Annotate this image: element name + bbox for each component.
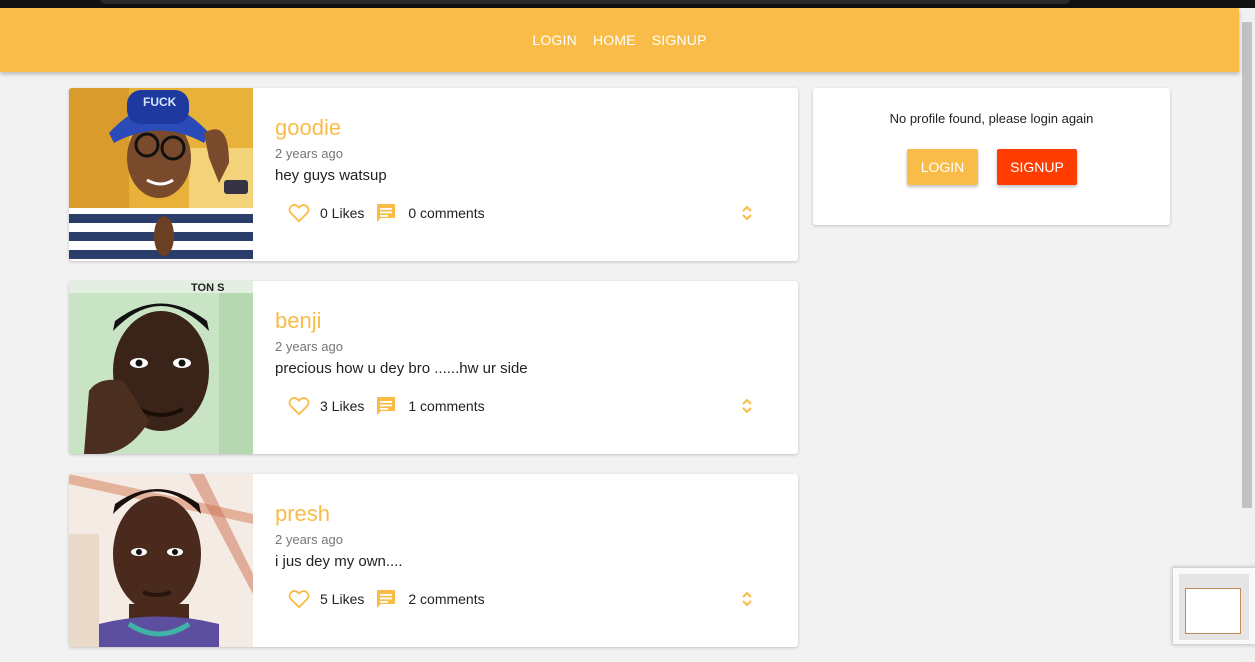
like-count: 5 Likes	[320, 591, 365, 607]
comment-icon[interactable]	[376, 203, 396, 223]
post-author[interactable]: goodie	[275, 114, 798, 142]
comment-count: 2 comments	[408, 591, 485, 607]
like-count: 0 Likes	[320, 205, 365, 221]
navbar: LOGIN HOME SIGNUP	[0, 8, 1239, 72]
profile-message: No profile found, please login again	[889, 111, 1094, 126]
like-count: 3 Likes	[320, 398, 365, 414]
comment-count: 1 comments	[408, 398, 485, 414]
post-actions: 0 Likes 0 comments	[288, 203, 497, 223]
post-timestamp: 2 years ago	[275, 146, 343, 161]
post-actions: 5 Likes 2 comments	[288, 589, 497, 609]
post-timestamp: 2 years ago	[275, 532, 343, 547]
svg-text:FUCK: FUCK	[143, 95, 177, 109]
post-body: benji 2 years ago precious how u dey bro…	[275, 307, 798, 377]
post-text: precious how u dey bro ......hw ur side	[275, 360, 528, 377]
comment-icon[interactable]	[376, 396, 396, 416]
expand-icon[interactable]	[740, 396, 754, 416]
nav-home-link[interactable]: HOME	[585, 32, 644, 48]
post-body: goodie 2 years ago hey guys watsup	[275, 114, 798, 184]
comment-icon[interactable]	[376, 589, 396, 609]
scrollbar-thumb[interactable]	[1242, 22, 1252, 508]
post-card: presh 2 years ago i jus dey my own.... 5…	[69, 474, 798, 647]
browser-address-bar	[100, 0, 1070, 4]
heart-icon[interactable]	[288, 396, 310, 416]
post-card: TON S benji 2 years ago precious how u d…	[69, 281, 798, 454]
scrollbar[interactable]	[1239, 8, 1255, 662]
signup-button[interactable]: SIGNUP	[997, 149, 1077, 185]
expand-icon[interactable]	[740, 589, 754, 609]
post-body: presh 2 years ago i jus dey my own....	[275, 500, 798, 570]
nav-signup-link[interactable]: SIGNUP	[644, 32, 715, 48]
expand-icon[interactable]	[740, 203, 754, 223]
post-text: hey guys watsup	[275, 167, 387, 184]
avatar: TON S	[69, 281, 253, 454]
heart-icon[interactable]	[288, 589, 310, 609]
post-actions: 3 Likes 1 comments	[288, 396, 497, 416]
nav-login-link[interactable]: LOGIN	[524, 32, 585, 48]
heart-icon[interactable]	[288, 203, 310, 223]
profile-card: No profile found, please login again LOG…	[813, 88, 1170, 225]
post-author[interactable]: presh	[275, 500, 798, 528]
post-text: i jus dey my own....	[275, 553, 403, 570]
recaptcha-badge[interactable]	[1172, 567, 1255, 645]
comment-count: 0 comments	[408, 205, 485, 221]
avatar: FUCK	[69, 88, 253, 261]
browser-top-strip	[0, 0, 1255, 8]
avatar	[69, 474, 253, 647]
svg-text:TON S: TON S	[191, 282, 224, 294]
login-button[interactable]: LOGIN	[907, 149, 978, 185]
recaptcha-checkbox[interactable]	[1185, 588, 1241, 634]
post-author[interactable]: benji	[275, 307, 798, 335]
post-timestamp: 2 years ago	[275, 339, 343, 354]
post-card: FUCK goodie 2 years ago hey guys watsup …	[69, 88, 798, 261]
